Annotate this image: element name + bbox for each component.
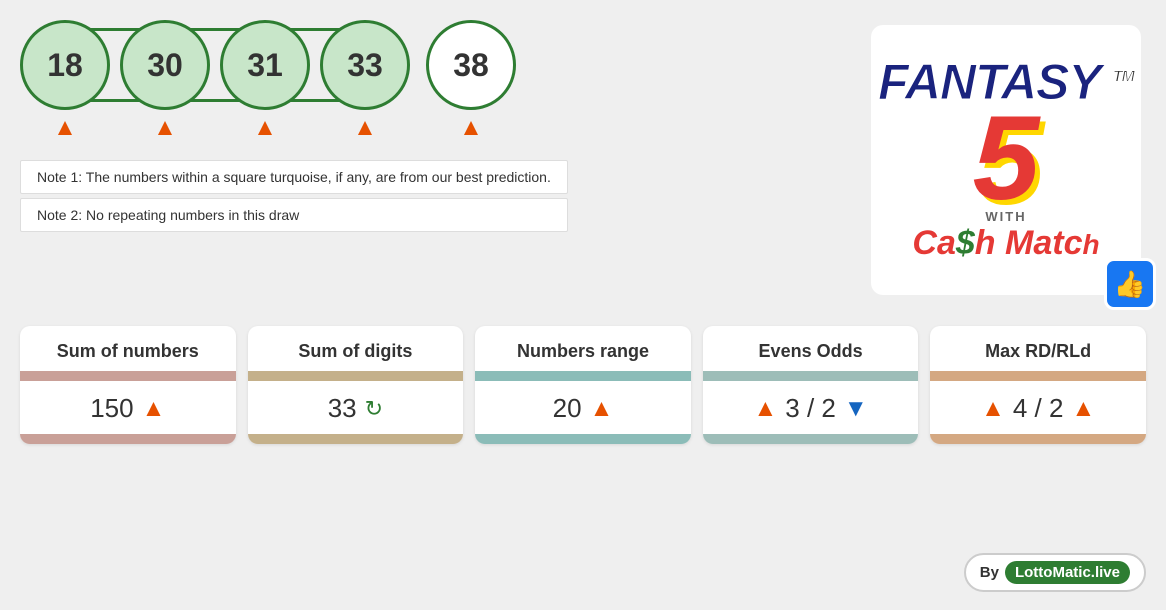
by-label: By [980,564,999,581]
arrow-up-2: ▲ [153,114,177,142]
ball-3-number: 31 [247,47,283,84]
ball-1: 18 [20,20,110,110]
number-5-label: 5 [973,91,1040,225]
stat-card-sum-digits-title: Sum of digits [288,326,422,371]
by-lottomatic-badge: By LottoMatic.live [964,553,1146,592]
ball-wrapper-4: 33 ▲ [320,20,410,142]
stat-card-numbers-range-title: Numbers range [507,326,659,371]
max-rd-arrow-up-start: ▲ [981,395,1005,423]
ball-wrapper-2: 30 ▲ [120,20,210,142]
sum-numbers-arrow-up: ▲ [142,395,166,423]
stat-card-max-rd: Max RD/RLd ▲ 4 / 2 ▲ [930,326,1146,444]
balls-area: 18 ▲ 30 ▲ 31 [20,20,568,236]
notes-area: Note 1: The numbers within a square turq… [20,160,568,236]
stat-card-numbers-range-value: 20 ▲ [543,381,624,434]
note-2-text: Note 2: No repeating numbers in this dra… [37,207,299,223]
stat-bar-bottom-4 [703,434,919,444]
stat-bar-bottom-3 [475,434,691,444]
ball-5-number: 38 [453,47,489,84]
arrow-up-4: ▲ [353,114,377,142]
sum-digits-label: Sum of digits [298,341,412,361]
ball-wrapper-3: 31 ▲ [220,20,310,142]
stat-bar-bottom-2 [248,434,464,444]
note-1-text: Note 1: The numbers within a square turq… [37,169,551,185]
ball-2: 30 [120,20,210,110]
ball-5: 38 [426,20,516,110]
numbers-range-arrow-up: ▲ [590,395,614,423]
stat-bar-bottom-1 [20,434,236,444]
number-5: 5 [973,107,1040,209]
stat-card-sum-digits: Sum of digits 33 ↻ [248,326,464,444]
ball-3: 31 [220,20,310,110]
stat-bar-bottom-5 [930,434,1146,444]
stat-card-sum-digits-value: 33 ↻ [318,381,393,434]
stat-bar-top-1 [20,371,236,381]
stat-card-max-rd-title: Max RD/RLd [975,326,1101,371]
stat-bar-top-3 [475,371,691,381]
cash-match-text: Ca$h Match [912,224,1099,263]
arrow-up-3: ▲ [253,114,277,142]
logo-area: FANTASY TM 5 WITH Ca$h Match 👍 [866,20,1146,300]
stat-card-sum-numbers-title: Sum of numbers [47,326,209,371]
sum-digits-val: 33 [328,393,357,424]
stat-card-evens-odds: Evens Odds ▲ 3 / 2 ▼ [703,326,919,444]
stat-card-numbers-range: Numbers range 20 ▲ [475,326,691,444]
evens-odds-arrow-down: ▼ [844,395,868,423]
arrow-up-1: ▲ [53,114,77,142]
stat-bar-top-4 [703,371,919,381]
stat-card-evens-odds-title: Evens Odds [749,326,873,371]
max-rd-label: Max RD/RLd [985,341,1091,361]
note-2: Note 2: No repeating numbers in this dra… [20,198,568,232]
top-section: 18 ▲ 30 ▲ 31 [20,20,1146,300]
h-partial: h [1082,229,1099,260]
refresh-icon: ↻ [365,396,383,422]
arrow-up-5: ▲ [459,114,483,142]
numbers-range-label: Numbers range [517,341,649,361]
stat-card-max-rd-value: ▲ 4 / 2 ▲ [971,381,1105,434]
stats-row: Sum of numbers 150 ▲ Sum of digits 33 ↻ [20,326,1146,444]
evens-odds-arrow-up: ▲ [754,395,778,423]
ball-4-number: 33 [347,47,383,84]
stat-card-sum-numbers: Sum of numbers 150 ▲ [20,326,236,444]
sum-numbers-val: 150 [90,393,133,424]
max-rd-arrow-up-end: ▲ [1071,395,1095,423]
max-rd-val: 4 / 2 [1013,393,1064,424]
main-container: 18 ▲ 30 ▲ 31 [0,0,1166,610]
numbers-range-val: 20 [553,393,582,424]
evens-odds-val: 3 / 2 [785,393,836,424]
note-1: Note 1: The numbers within a square turq… [20,160,568,194]
sum-numbers-label: Sum of numbers [57,341,199,361]
with-label: WITH [985,209,1026,224]
with-text: WITH [985,209,1026,224]
thumbs-up-button[interactable]: 👍 [1104,258,1156,310]
stat-bar-top-5 [930,371,1146,381]
evens-odds-label: Evens Odds [759,341,863,361]
stat-bar-top-2 [248,371,464,381]
ball-2-number: 30 [147,47,183,84]
ball-wrapper-5: 38 ▲ [426,20,516,142]
logo-box: FANTASY TM 5 WITH Ca$h Match [871,25,1141,295]
stat-card-sum-numbers-value: 150 ▲ [80,381,175,434]
ball-wrapper-1: 18 ▲ [20,20,110,142]
stat-card-evens-odds-value: ▲ 3 / 2 ▼ [744,381,878,434]
ball-4: 33 [320,20,410,110]
dollar-sign: $ [956,224,975,262]
lottomatic-brand: LottoMatic.live [1005,561,1130,584]
ball-1-number: 18 [47,47,83,84]
